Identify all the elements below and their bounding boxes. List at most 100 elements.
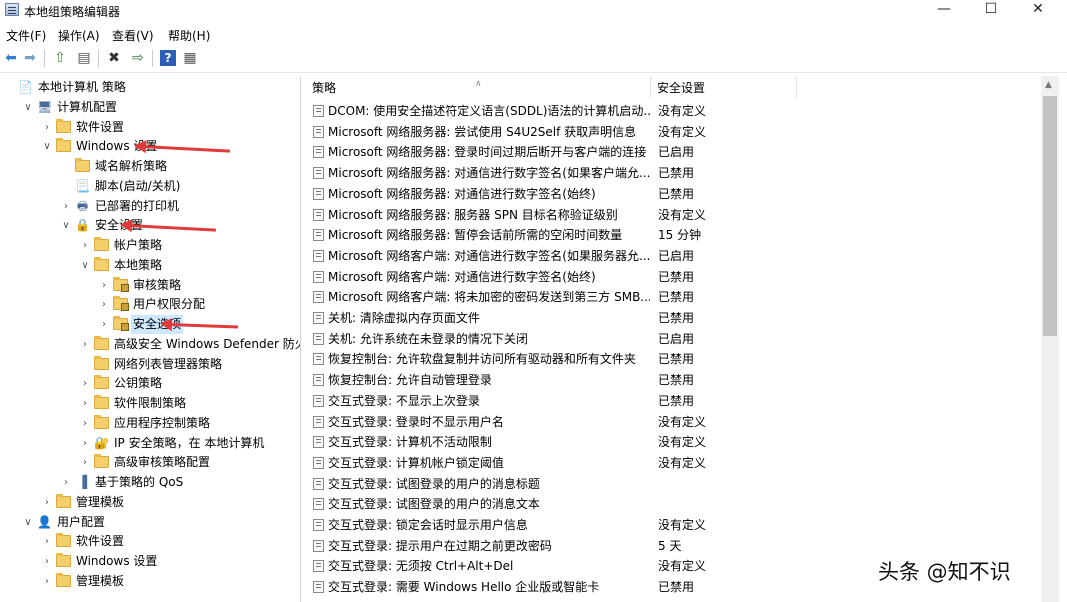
menu-help[interactable]: 帮助(H)	[168, 27, 210, 44]
tree-node[interactable]: › 应用程序控制策略	[80, 414, 300, 433]
expand-right-icon[interactable]: ›	[80, 236, 90, 255]
tree-node[interactable]: ∨🔒安全设置	[61, 216, 300, 235]
tree-node[interactable]: › 管理模板	[42, 493, 300, 512]
window-title: 本地组策略编辑器	[24, 5, 121, 19]
policy-row[interactable]: Microsoft 网络客户端: 对通信进行数字签名(始终) 已禁用	[305, 267, 1041, 287]
close-button[interactable]: ✕	[1015, 0, 1061, 20]
tree-node[interactable]: › 管理模板	[42, 572, 300, 591]
menu-action[interactable]: 操作(A)	[58, 27, 100, 44]
back-icon[interactable]: ⬅	[3, 50, 19, 66]
expand-right-icon[interactable]: ›	[80, 335, 90, 354]
properties-icon[interactable]: ▦	[182, 50, 198, 66]
policy-row[interactable]: DCOM: 使用安全描述符定义语言(SDDL)语法的计算机启动... 没有定义	[305, 101, 1041, 121]
expand-right-icon[interactable]: ›	[42, 493, 52, 512]
expand-right-icon[interactable]: ›	[80, 374, 90, 393]
policy-row[interactable]: 交互式登录: 试图登录的用户的消息标题	[305, 474, 1041, 494]
tree-node[interactable]: › 公钥策略	[80, 374, 300, 393]
policy-row[interactable]: Microsoft 网络服务器: 暂停会话前所需的空闲时间数量 15 分钟	[305, 225, 1041, 245]
policy-row[interactable]: Microsoft 网络服务器: 对通信进行数字签名(始终) 已禁用	[305, 184, 1041, 204]
tree-node[interactable]: ∨ 👤 用户配置	[23, 513, 300, 532]
policy-row[interactable]: Microsoft 网络客户端: 对通信进行数字签名(如果服务器允... 已启用	[305, 246, 1041, 266]
tree-node[interactable]: › 用户权限分配	[99, 295, 300, 314]
column-header-security-setting[interactable]: 安全设置	[651, 76, 797, 98]
expand-right-icon[interactable]: ›	[61, 473, 71, 492]
tree-node[interactable]: › 高级安全 Windows Defender 防火墙	[80, 335, 300, 354]
expand-right-icon[interactable]: ›	[42, 532, 52, 551]
policy-row[interactable]: 交互式登录: 计算机帐户锁定阈值 没有定义	[305, 453, 1041, 473]
forward-icon[interactable]: ➡	[22, 50, 38, 66]
expand-down-icon[interactable]: ∨	[80, 256, 90, 275]
policy-row[interactable]: 交互式登录: 提示用户在过期之前更改密码 5 天	[305, 536, 1041, 556]
folder-icon	[94, 237, 109, 251]
tree-node[interactable]: ∨ 本地策略	[80, 256, 300, 275]
minimize-button[interactable]: —	[921, 0, 967, 20]
menu-file[interactable]: 文件(F)	[6, 27, 46, 44]
policy-row[interactable]: 交互式登录: 登录时不显示用户名 没有定义	[305, 412, 1041, 432]
tree-node[interactable]: 📄 本地计算机 策略	[4, 78, 300, 97]
tree-node[interactable]: › 软件设置	[42, 118, 300, 137]
policy-row[interactable]: Microsoft 网络服务器: 登录时间过期后断开与客户端的连接 已启用	[305, 142, 1041, 162]
expand-right-icon[interactable]: ›	[99, 276, 109, 295]
expand-right-icon[interactable]: ›	[61, 197, 71, 216]
folder-icon	[94, 335, 109, 350]
policy-row[interactable]: Microsoft 网络服务器: 对通信进行数字签名(如果客户端允... 已禁用	[305, 163, 1041, 183]
tree-node[interactable]: 网络列表管理器策略	[80, 355, 300, 374]
tree-node[interactable]: 📃 脚本(启动/关机)	[61, 177, 300, 196]
policy-row[interactable]: Microsoft 网络服务器: 尝试使用 S4U2Self 获取声明信息 没有定…	[305, 122, 1041, 142]
policy-row[interactable]: 交互式登录: 试图登录的用户的消息文本	[305, 494, 1041, 514]
tree-node[interactable]: › ▐ 基于策略的 QoS	[61, 473, 300, 492]
tree-node[interactable]: › 软件设置	[42, 532, 300, 551]
expand-right-icon[interactable]: ›	[80, 394, 90, 413]
policy-row[interactable]: 交互式登录: 锁定会话时显示用户信息 没有定义	[305, 515, 1041, 535]
scroll-up-icon[interactable]: ▲	[1045, 80, 1052, 90]
expand-right-icon[interactable]: ›	[42, 552, 52, 571]
policy-row[interactable]: 恢复控制台: 允许软盘复制并访问所有驱动器和所有文件夹 已禁用	[305, 349, 1041, 369]
tree-node-label: 脚本(启动/关机)	[95, 178, 181, 193]
tree-node[interactable]: › 🔐 IP 安全策略，在 本地计算机	[80, 434, 300, 453]
title-bar: 本地组策略编辑器 — ☐ ✕	[0, 0, 1067, 22]
tree-node[interactable]: 域名解析策略	[61, 157, 300, 176]
policy-row[interactable]: 交互式登录: 计算机不活动限制 没有定义	[305, 432, 1041, 452]
policy-row[interactable]: 交互式登录: 不显示上次登录 已禁用	[305, 391, 1041, 411]
folder-icon	[56, 138, 71, 153]
policy-row[interactable]: 关机: 清除虚拟内存页面文件 已禁用	[305, 308, 1041, 328]
policy-row[interactable]: 关机: 允许系统在未登录的情况下关闭 已启用	[305, 329, 1041, 349]
policy-security-setting: 没有定义	[658, 104, 707, 118]
tree-node-label: Windows 设置	[76, 554, 158, 568]
expand-right-icon[interactable]: ›	[80, 453, 90, 472]
policy-row[interactable]: Microsoft 网络客户端: 将未加密的密码发送到第三方 SMB... 已禁用	[305, 287, 1041, 307]
tree-node[interactable]: › 软件限制策略	[80, 394, 300, 413]
tree-node[interactable]: ∨ 🖥 计算机配置	[23, 98, 300, 117]
up-folder-icon[interactable]: ⇧	[52, 50, 68, 66]
policy-setting-icon	[313, 270, 324, 283]
policy-security-setting: 已禁用	[658, 290, 695, 305]
scroll-thumb[interactable]	[1043, 96, 1057, 336]
expand-down-icon[interactable]: ∨	[23, 513, 33, 532]
expand-right-icon[interactable]: ›	[42, 572, 52, 591]
expand-down-icon[interactable]: ∨	[23, 98, 33, 117]
policy-row[interactable]: Microsoft 网络服务器: 服务器 SPN 目标名称验证级别 没有定义	[305, 205, 1041, 225]
expand-right-icon[interactable]: ›	[42, 118, 52, 137]
tree-node[interactable]: › 审核策略	[99, 276, 300, 295]
tree-node[interactable]: › 高级审核策略配置	[80, 453, 300, 472]
policy-security-setting: 已启用	[658, 248, 695, 263]
tree-node[interactable]: › 帐户策略	[80, 236, 300, 255]
vertical-scrollbar[interactable]: ▲	[1041, 76, 1059, 602]
expand-right-icon[interactable]: ›	[99, 315, 109, 334]
tree-node[interactable]: › Windows 设置	[42, 552, 300, 571]
help-icon[interactable]: ?	[160, 50, 176, 66]
policy-row[interactable]: 恢复控制台: 允许自动管理登录 已禁用	[305, 370, 1041, 390]
show-hide-tree-icon[interactable]: ▤	[76, 50, 92, 66]
expand-right-icon[interactable]: ›	[80, 414, 90, 433]
expand-right-icon[interactable]: ›	[80, 434, 90, 453]
menu-view[interactable]: 查看(V)	[112, 27, 154, 44]
tree-node[interactable]: › 🖶 已部署的打印机	[61, 197, 300, 216]
maximize-button[interactable]: ☐	[968, 0, 1014, 20]
delete-icon[interactable]: ✖	[106, 50, 122, 66]
expand-right-icon[interactable]: ›	[99, 295, 109, 314]
export-icon[interactable]: ⇨	[130, 50, 146, 66]
expand-down-icon[interactable]: ∨	[61, 216, 71, 235]
expand-down-icon[interactable]: ∨	[42, 137, 52, 156]
column-header-policy[interactable]: 策略 ∧	[305, 76, 651, 98]
policy-security-setting: 15 分钟	[658, 228, 702, 243]
